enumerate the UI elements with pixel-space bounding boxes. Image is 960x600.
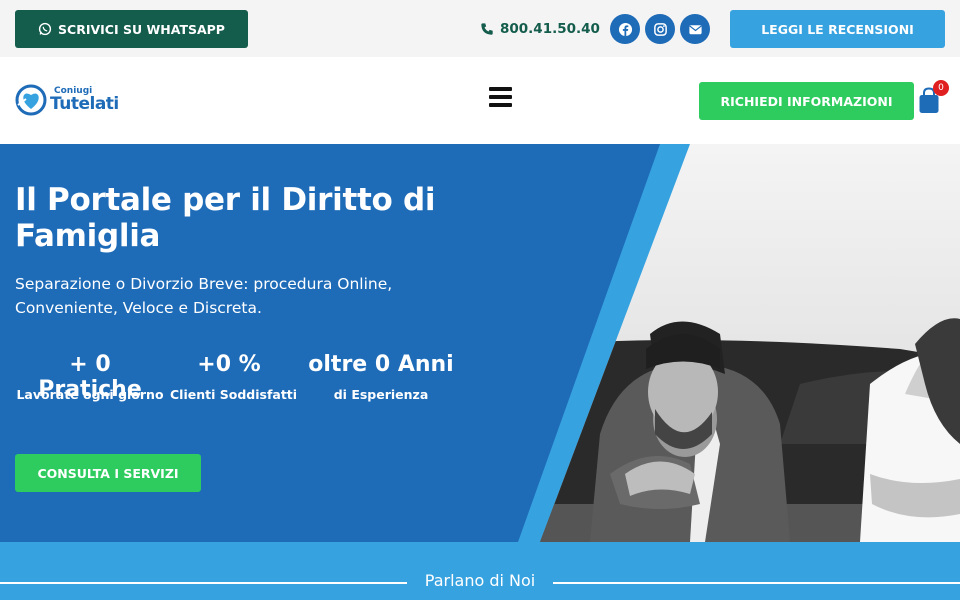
whatsapp-label: SCRIVICI SU WHATSAPP: [58, 21, 225, 37]
instagram-icon: [653, 22, 667, 36]
services-button[interactable]: CONSULTA I SERVIZI: [15, 454, 201, 492]
hamburger-bar: [489, 103, 512, 107]
hero-subtitle: Separazione o Divorzio Breve: procedura …: [15, 275, 393, 317]
logo[interactable]: Coniugi Tutelati: [14, 83, 119, 117]
logo-big-text: Tutelati: [50, 94, 119, 114]
facebook-icon: [618, 22, 632, 36]
top-bar: SCRIVICI SU WHATSAPP 800.41.50.40 LEGGI …: [0, 0, 960, 57]
envelope-icon: [688, 24, 702, 34]
instagram-link[interactable]: [645, 14, 675, 44]
stat-label-satisfaction: Clienti Soddisfatti: [170, 387, 298, 402]
request-info-button[interactable]: RICHIEDI INFORMAZIONI: [699, 82, 914, 120]
cart-count-badge: 0: [933, 80, 949, 96]
phone-link[interactable]: 800.41.50.40: [480, 18, 600, 40]
reviews-label: LEGGI LE RECENSIONI: [761, 21, 914, 37]
hamburger-bar: [489, 87, 512, 91]
hamburger-bar: [489, 95, 512, 99]
reviews-button[interactable]: LEGGI LE RECENSIONI: [730, 10, 945, 48]
divider-line: [553, 582, 960, 584]
email-link[interactable]: [680, 14, 710, 44]
press-title: Parlano di Noi: [424, 571, 536, 590]
stat-label-cases: Lavorate ogni giorno: [16, 387, 164, 402]
whatsapp-button[interactable]: SCRIVICI SU WHATSAPP: [15, 10, 248, 48]
press-section: Parlano di Noi: [0, 542, 960, 600]
stat-number-satisfaction: +0 %: [197, 352, 261, 377]
divider-line: [0, 582, 407, 584]
menu-toggle-button[interactable]: [489, 87, 512, 107]
heart-shield-icon: [15, 84, 47, 116]
facebook-link[interactable]: [610, 14, 640, 44]
hero-title: Il Portale per il Diritto di Famiglia: [15, 182, 436, 254]
phone-icon: [481, 23, 493, 35]
hero-section: Il Portale per il Diritto di Famiglia Se…: [0, 144, 960, 542]
main-header: Coniugi Tutelati RICHIEDI INFORMAZIONI 0: [0, 57, 960, 144]
services-label: CONSULTA I SERVIZI: [37, 465, 179, 481]
whatsapp-icon: [38, 22, 52, 36]
stat-number-experience: oltre 0 Anni: [308, 352, 454, 377]
phone-number: 800.41.50.40: [500, 21, 600, 37]
stat-label-experience: di Esperienza: [333, 387, 429, 402]
request-info-label: RICHIEDI INFORMAZIONI: [720, 93, 893, 109]
